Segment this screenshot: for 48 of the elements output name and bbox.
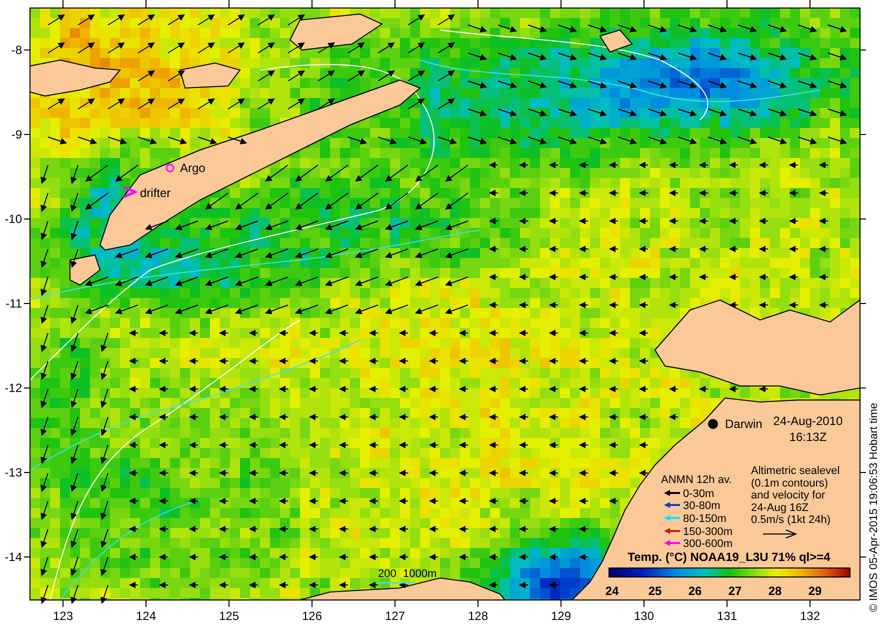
altimetry-note-line: 24-Aug 16Z [751, 502, 808, 514]
place-label: Darwin [725, 417, 762, 431]
latitude-label: -12 [4, 381, 22, 395]
time-label: 16:13Z [789, 430, 827, 444]
place-label: Argo [180, 161, 206, 175]
longitude-label: 123 [52, 609, 74, 623]
legend-label: 30-80m [683, 500, 720, 512]
altimetry-note-line: 0.5m/s (1kt 24h) [751, 514, 830, 526]
scale-line [378, 582, 415, 584]
altimetry-note-line: (0.1m contours) [751, 477, 828, 490]
colorbar-title: Temp. (°C) NOAA19_L3U 71% ql>=4 [628, 550, 830, 564]
scale-label: 1000m [403, 568, 437, 580]
scale-label: 200 [378, 568, 396, 580]
longitude-label: 125 [218, 609, 240, 623]
longitude-label: 127 [384, 609, 406, 623]
legend-label: 0-30m [683, 488, 714, 500]
colorbar-label: 28 [768, 584, 782, 598]
date-label: 24-Aug-2010 [773, 414, 843, 428]
drifter-chevron-icon [123, 186, 138, 198]
colorbar-label: 26 [688, 584, 702, 598]
longitude-label: 124 [136, 609, 156, 623]
longitude-label: 129 [550, 609, 572, 623]
altimetry-note-line: and velocity for [751, 490, 825, 502]
altimetry-note-line: Altimetric sealevel [751, 465, 840, 477]
colorbar-label: 29 [808, 584, 822, 598]
longitude-label: 128 [468, 609, 488, 623]
credit-text: © IMOS 05-Apr-2015 19:06:53 Hobart time [868, 402, 880, 612]
argo-float-marker [166, 164, 174, 172]
colorbar-label: 24 [605, 584, 619, 598]
latitude-label: -9 [11, 128, 22, 142]
legend-label: 80-150m [683, 513, 726, 525]
latitude-label: -13 [4, 466, 22, 480]
latitude-label: -8 [11, 43, 22, 57]
scale-arrow-icon [762, 530, 798, 538]
city-dot-icon [708, 419, 718, 429]
legend-label: 300-600m [683, 538, 733, 550]
longitude-label: 132 [800, 609, 820, 623]
place-label: drifter [140, 186, 171, 200]
latitude-label: -10 [4, 212, 22, 226]
longitude-label: 126 [302, 609, 322, 623]
legend-label: 150-300m [683, 526, 733, 538]
colorbar-label: 25 [648, 584, 662, 598]
latitude-label: -11 [6, 296, 22, 310]
longitude-label: 130 [634, 609, 654, 623]
colorbar-label: 27 [728, 584, 742, 598]
latitude-label: -14 [4, 550, 22, 564]
longitude-label: 131 [716, 609, 738, 623]
legend-title: ANMN 12h av. [661, 474, 732, 486]
